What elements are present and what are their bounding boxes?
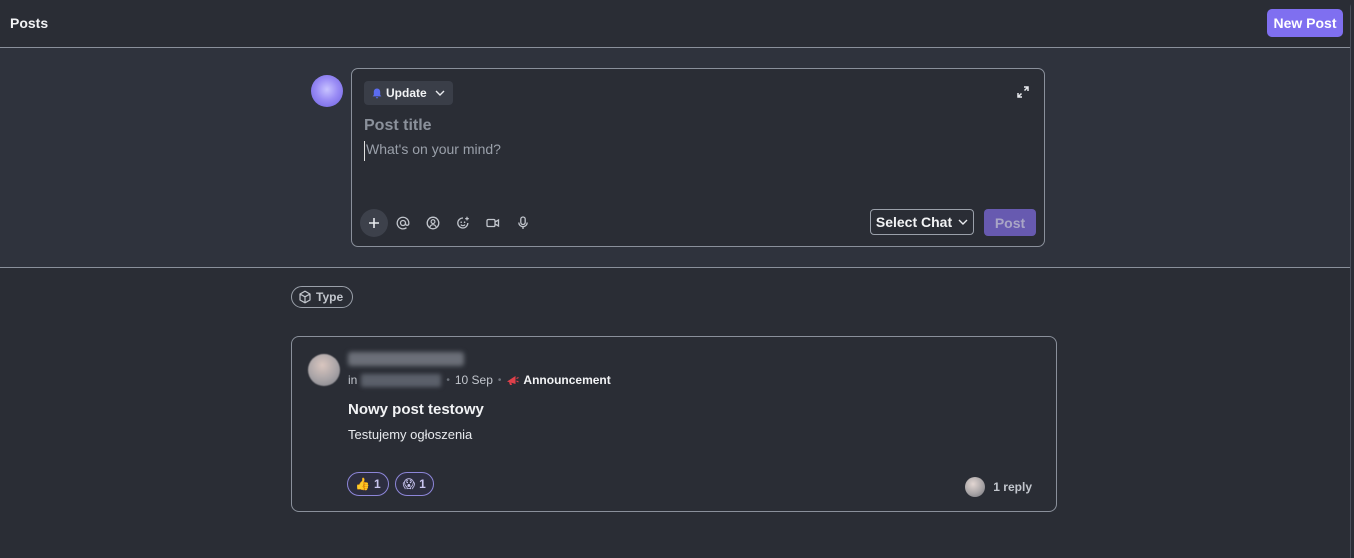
select-chat-label: Select Chat xyxy=(875,214,953,230)
post-type-label: Update xyxy=(386,86,427,100)
mention-button[interactable] xyxy=(388,209,418,237)
select-chat-dropdown[interactable]: Select Chat xyxy=(870,209,974,235)
post-type-select[interactable]: Update xyxy=(364,81,453,105)
replies-link[interactable]: 1 reply xyxy=(965,477,1032,497)
in-label: in xyxy=(348,373,358,387)
type-filter-label: Type xyxy=(316,290,344,304)
type-filter-button[interactable]: Type xyxy=(291,286,354,308)
post-title-input[interactable] xyxy=(364,117,964,135)
composer-section: Update What's on your mind? xyxy=(0,48,1350,268)
emoji-icon xyxy=(457,216,469,229)
post-title[interactable]: Nowy post testowy xyxy=(348,401,484,418)
post-meta: in Aplikacja • 10 Sep • Announcement xyxy=(348,373,611,387)
reaction-thumbs-up[interactable]: 👍 1 xyxy=(347,472,389,496)
post-body-input[interactable]: What's on your mind? xyxy=(364,141,1006,161)
reaction-scream[interactable]: 😱 1 xyxy=(394,472,434,496)
user-mention-icon xyxy=(426,216,440,230)
reactions: 👍 1 😱 1 xyxy=(347,472,434,496)
post-composer: Update What's on your mind? xyxy=(351,68,1045,247)
video-icon xyxy=(486,218,500,228)
post-card[interactable]: Leszek Szczepański in Aplikacja • 10 Sep… xyxy=(291,336,1057,512)
microphone-icon xyxy=(518,216,528,229)
chat-name[interactable]: Aplikacja xyxy=(361,373,442,387)
mention-icon xyxy=(396,216,410,230)
composer-toolbar xyxy=(360,209,538,237)
author-name[interactable]: Leszek Szczepański xyxy=(348,352,464,366)
top-bar: Posts New Post xyxy=(0,0,1350,48)
voice-button[interactable] xyxy=(508,209,538,237)
bell-icon xyxy=(372,88,382,98)
megaphone-icon xyxy=(507,376,520,385)
post-body: Testujemy ogłoszenia xyxy=(348,427,473,442)
mention-user-button[interactable] xyxy=(418,209,448,237)
current-user-avatar xyxy=(311,75,343,107)
thumbs-up-icon: 👍 xyxy=(355,477,370,491)
new-post-button[interactable]: New Post xyxy=(1267,9,1343,37)
post-button[interactable]: Post xyxy=(984,209,1036,236)
scream-face-icon: 😱 xyxy=(402,477,416,491)
add-attachment-button[interactable] xyxy=(360,209,388,237)
post-date: 10 Sep xyxy=(454,373,493,387)
chevron-down-icon xyxy=(958,219,968,225)
author-avatar[interactable] xyxy=(308,354,340,386)
expand-icon[interactable] xyxy=(1016,85,1030,99)
category-label: Announcement xyxy=(523,373,611,387)
separator-dot: • xyxy=(446,374,450,386)
reaction-count: 1 xyxy=(419,477,426,491)
video-button[interactable] xyxy=(478,209,508,237)
cube-icon xyxy=(299,290,311,304)
chevron-down-icon xyxy=(435,90,445,96)
page-title: Posts xyxy=(10,15,49,31)
separator-dot: • xyxy=(497,374,502,386)
replier-avatar xyxy=(965,477,986,497)
reaction-count: 1 xyxy=(373,477,381,491)
reply-count: 1 reply xyxy=(993,480,1032,494)
emoji-button[interactable] xyxy=(448,209,478,237)
post-category: Announcement xyxy=(506,373,611,387)
plus-icon xyxy=(369,218,379,228)
